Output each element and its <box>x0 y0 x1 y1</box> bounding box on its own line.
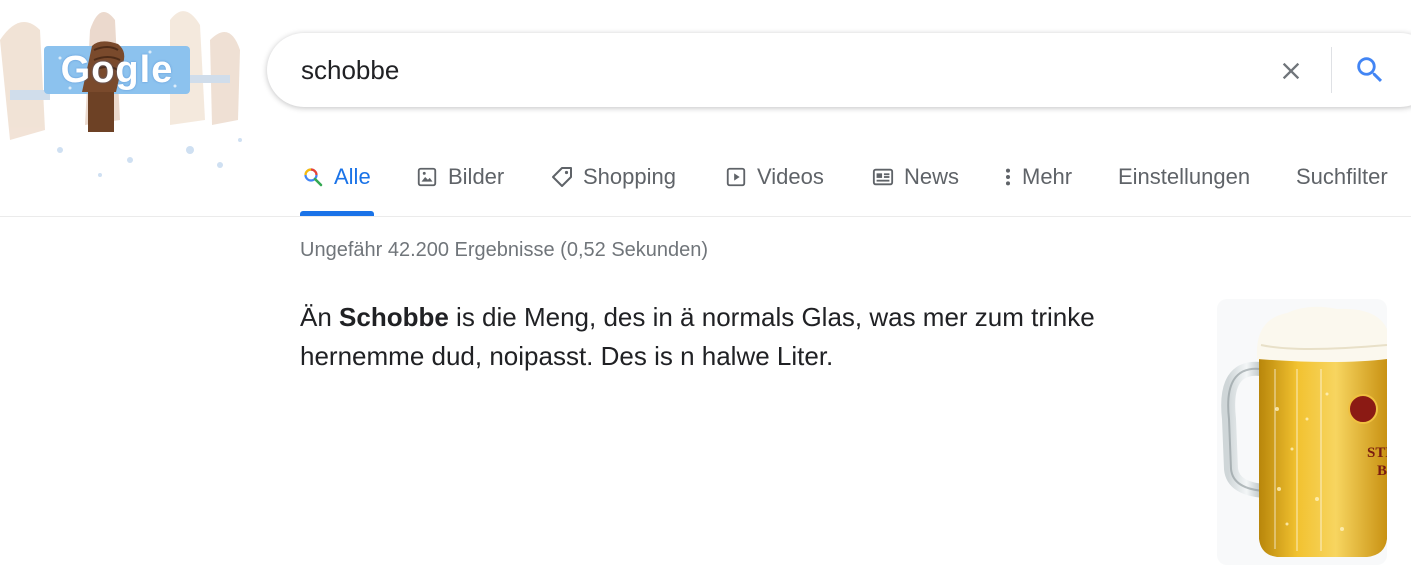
clear-search-button[interactable] <box>1273 53 1309 89</box>
tab-label: Bilder <box>448 164 505 189</box>
tab-label: News <box>904 164 960 189</box>
beer-mug-image: STEIN BIER <box>1221 306 1387 557</box>
tab-label: Videos <box>757 164 824 189</box>
google-logo-text: Gogle <box>60 48 174 91</box>
search-button[interactable] <box>1351 51 1389 89</box>
tabs-divider <box>0 216 1411 217</box>
close-icon <box>1282 62 1300 80</box>
search-tabs: Alle Bilder Shopping Videos News Mehr Ei… <box>0 150 1411 216</box>
search-input[interactable] <box>301 51 1241 89</box>
tab-mehr[interactable]: Mehr <box>1000 162 1072 192</box>
featured-snippet-text: Än Schobbe is die Meng, des in ä normals… <box>300 298 1180 376</box>
tab-label: Shopping <box>583 164 676 189</box>
search-bar <box>267 33 1411 107</box>
mug-label-line2: BIER <box>1377 463 1387 479</box>
snippet-prefix: Än <box>300 302 340 332</box>
tab-news[interactable]: News <box>870 162 959 192</box>
play-icon <box>723 164 749 190</box>
mug-label-line1: STEIN <box>1367 445 1387 461</box>
result-stats: Ungefähr 42.200 Ergebnisse (0,52 Sekunde… <box>300 239 709 261</box>
tab-bilder[interactable]: Bilder <box>414 162 504 192</box>
tab-label: Suchfilter <box>1296 164 1388 189</box>
search-icon <box>1357 57 1383 83</box>
tab-label: Einstellungen <box>1118 164 1251 189</box>
tab-alle[interactable]: Alle <box>300 162 371 192</box>
tab-label: Mehr <box>1022 164 1073 189</box>
snippet-image[interactable]: STEIN BIER <box>1217 299 1387 565</box>
tab-einstellungen[interactable]: Einstellungen <box>1118 162 1250 192</box>
tag-icon <box>549 164 575 190</box>
news-icon <box>870 164 896 190</box>
more-vert-icon <box>1000 164 1016 190</box>
tab-label: Alle <box>334 164 371 189</box>
tab-videos[interactable]: Videos <box>723 162 824 192</box>
image-icon <box>414 164 440 190</box>
snippet-bold-term: Schobbe <box>339 302 449 332</box>
search-icon <box>300 164 326 190</box>
tab-shopping[interactable]: Shopping <box>549 162 676 192</box>
tab-suchfilter[interactable]: Suchfilter <box>1296 162 1388 192</box>
search-bar-divider <box>1331 47 1332 93</box>
